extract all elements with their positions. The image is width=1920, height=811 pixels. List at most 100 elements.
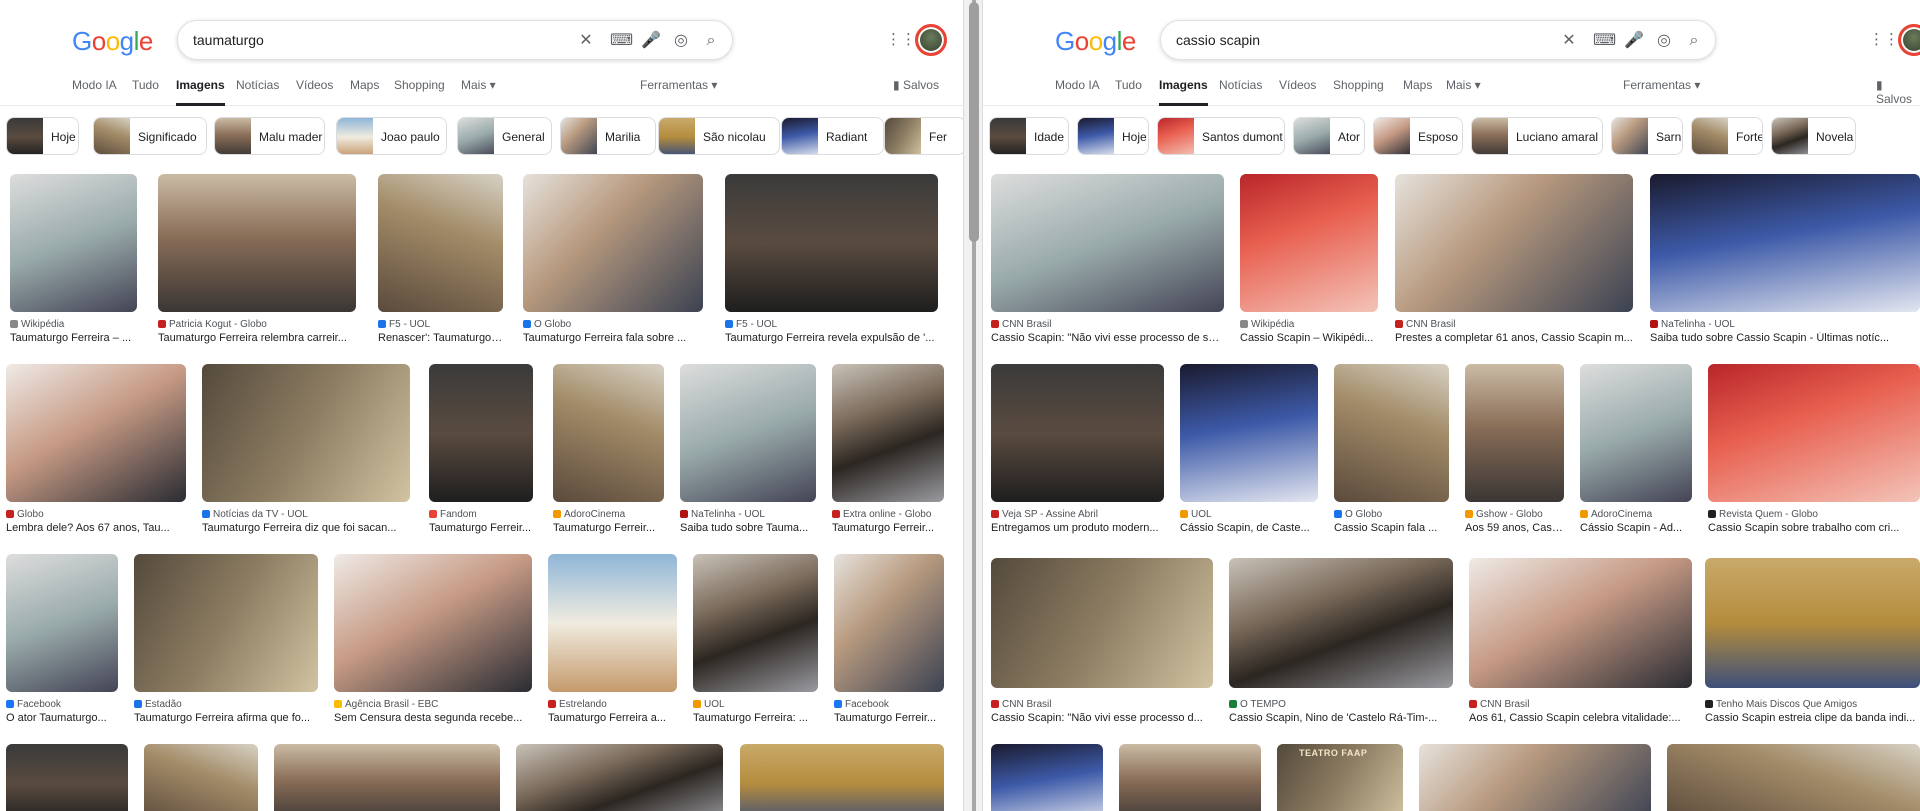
chip-label: Radiant [826,130,868,144]
source-favicon [834,700,842,708]
search-box[interactable]: cassio scapin ✕ ⌨ 🎤 ◎ ⌕ [1160,20,1716,60]
chip[interactable]: São nicolau [658,117,780,155]
result-caption: Cassio Scapin: "Não vivi esse processo d… [991,332,1224,344]
source-favicon [429,510,437,518]
result-source: F5 - UOL [725,319,938,330]
search-input[interactable]: taumaturgo [193,32,264,48]
result-thumbnail [725,174,938,312]
source-favicon [1708,510,1716,518]
search-tabs: Modo IA Tudo Imagens Notícias Vídeos Sho… [983,78,1920,106]
keyboard-icon[interactable]: ⌨ [610,30,633,52]
account-avatar[interactable] [915,24,947,56]
tab-shopping[interactable]: Shopping [1333,78,1384,106]
chip[interactable]: Hoje [6,117,79,155]
chip[interactable]: Forte [1691,117,1763,155]
tab-mais[interactable]: Mais ▾ [461,78,496,106]
saved-button[interactable]: ▮ Salvos [1876,78,1920,106]
tab-maps[interactable]: Maps [350,78,379,106]
chip[interactable]: General [457,117,552,155]
search-box[interactable]: taumaturgo ✕ ⌨ 🎤 ◎ ⌕ [177,20,733,60]
saved-label: Salvos [1876,92,1913,106]
tab-videos[interactable]: Vídeos [1279,78,1316,106]
scrollbar-thumb[interactable] [969,2,979,242]
source-favicon [158,320,166,328]
chip[interactable]: Joao paulo [336,117,447,155]
tools-button[interactable]: Ferramentas ▾ [640,78,717,92]
result-source: Wikipédia [10,319,137,330]
result-thumbnail [10,174,137,312]
result-caption: Renascer': Taumaturgo ... [378,332,503,344]
apps-grid-icon[interactable]: ⋮⋮ [1869,30,1899,50]
chip-label: Malu mader [259,130,323,144]
result-thumbnail [1667,744,1920,811]
split-divider[interactable] [963,0,983,811]
tab-tudo[interactable]: Tudo [132,78,159,106]
tab-modo-ia[interactable]: Modo IA [1055,78,1100,106]
result-source: AdoroCinema [553,509,664,520]
clear-icon[interactable]: ✕ [575,30,597,52]
result-source: CNN Brasil [1395,319,1633,330]
chip[interactable]: Fer [884,117,963,155]
source-favicon [202,510,210,518]
tab-videos[interactable]: Vídeos [296,78,333,106]
source-favicon [693,700,701,708]
result-thumbnail [1180,364,1318,502]
chip-label: Forte [1736,130,1763,144]
chip[interactable]: Sarna [1611,117,1683,155]
search-icon[interactable]: ⌕ [1683,30,1705,52]
keyboard-icon[interactable]: ⌨ [1593,30,1616,52]
result-source: Facebook [6,699,118,710]
lens-icon[interactable]: ◎ [1653,30,1675,52]
apps-grid-icon[interactable]: ⋮⋮ [886,30,916,50]
search-icon[interactable]: ⌕ [700,30,722,52]
tab-mais[interactable]: Mais ▾ [1446,78,1481,106]
chip-thumbnail [1158,118,1194,154]
tab-imagens[interactable]: Imagens [1159,78,1208,106]
left-browser-pane: Google taumaturgo ✕ ⌨ 🎤 ◎ ⌕ ⋮⋮ Modo IA T… [0,0,963,811]
result-source-label: F5 - UOL [389,319,431,330]
tab-noticias[interactable]: Notícias [236,78,279,106]
account-avatar[interactable] [1898,24,1920,56]
chip[interactable]: Radiant [781,117,884,155]
chip[interactable]: Ator [1293,117,1365,155]
chip[interactable]: Significado [93,117,207,155]
chip[interactable]: Santos dumont [1157,117,1285,155]
google-logo[interactable]: Google [72,26,153,57]
tab-mais-label: Mais [1446,78,1472,92]
chip[interactable]: Novela [1771,117,1856,155]
microphone-icon[interactable]: 🎤 [1623,30,1645,52]
result-thumbnail [553,364,664,502]
result-source: O Globo [1334,509,1449,520]
chip[interactable]: Hoje [1077,117,1149,155]
result-caption: O ator Taumaturgo... [6,712,107,724]
result-source: Estrelando [548,699,677,710]
result-thumbnail [991,744,1103,811]
lens-icon[interactable]: ◎ [670,30,692,52]
result-thumbnail [1705,558,1920,688]
chip[interactable]: Luciano amaral [1471,117,1603,155]
tab-tudo[interactable]: Tudo [1115,78,1142,106]
microphone-icon[interactable]: 🎤 [640,30,662,52]
clear-icon[interactable]: ✕ [1558,30,1580,52]
chip[interactable]: Malu mader [214,117,325,155]
chip-label: Luciano amaral [1516,130,1599,144]
result-thumbnail [516,744,723,811]
source-favicon [553,510,561,518]
tab-shopping[interactable]: Shopping [394,78,445,106]
tab-imagens[interactable]: Imagens [176,78,225,106]
chip[interactable]: Idade [989,117,1069,155]
result-source-label: Revista Quem - Globo [1719,509,1818,520]
google-logo[interactable]: Google [1055,26,1136,57]
tools-button[interactable]: Ferramentas ▾ [1623,78,1700,92]
result-thumbnail [1334,364,1449,502]
tab-noticias[interactable]: Notícias [1219,78,1262,106]
search-input[interactable]: cassio scapin [1176,32,1260,48]
result-thumbnail [158,174,356,312]
result-thumbnail [680,364,816,502]
saved-button[interactable]: ▮ Salvos [893,78,939,92]
result-thumbnail [134,554,318,692]
tab-modo-ia[interactable]: Modo IA [72,78,117,106]
tab-maps[interactable]: Maps [1403,78,1432,106]
chip[interactable]: Marilia [560,117,656,155]
chip[interactable]: Esposo [1373,117,1463,155]
